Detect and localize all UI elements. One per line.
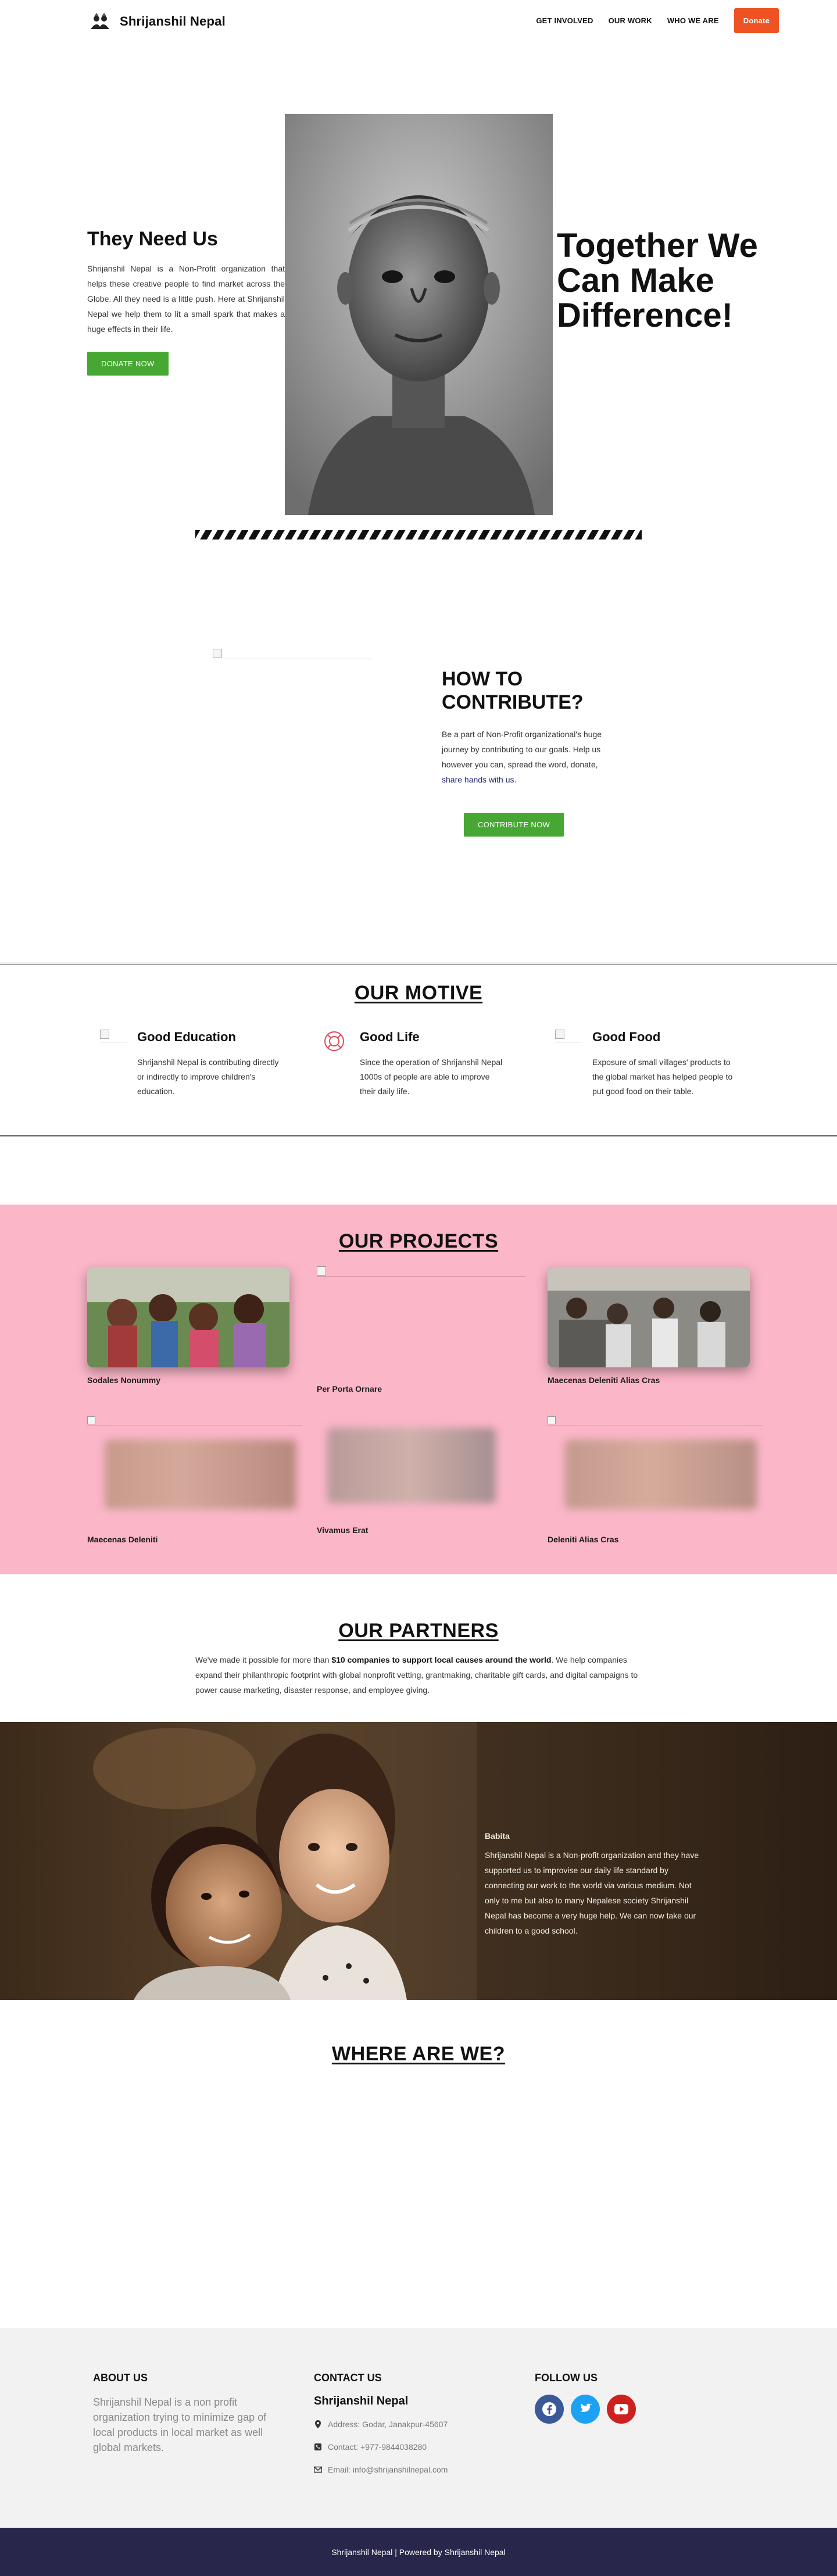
nav-get-involved[interactable]: GET INVOLVED bbox=[536, 16, 593, 25]
contribute-section: HOW TO CONTRIBUTE? Be a part of Non-Prof… bbox=[442, 667, 616, 787]
footer-contact-org: Shrijanshil Nepal bbox=[314, 2395, 409, 2407]
project-photo-blurred bbox=[327, 1428, 496, 1503]
testimonial-quote: Babita Shrijanshil Nepal is a Non-profit… bbox=[485, 1831, 706, 1938]
projects-title: OUR PROJECTS bbox=[338, 1230, 499, 1252]
footer-follow-title: FOLLOW US bbox=[535, 2372, 598, 2384]
footer-contact-title: CONTACT US bbox=[314, 2372, 382, 2384]
motive-card-title: Good Food bbox=[592, 1030, 661, 1044]
broken-image-icon bbox=[100, 1030, 127, 1053]
nav-who-we-are[interactable]: WHO WE ARE bbox=[667, 16, 719, 25]
footer-about: ABOUT US Shrijanshil Nepal is a non prof… bbox=[93, 2372, 291, 2455]
footer-email: Email: info@shrijanshilnepal.com bbox=[314, 2465, 448, 2474]
hero-child-photo bbox=[285, 114, 553, 515]
where-title: WHERE ARE WE? bbox=[331, 2043, 505, 2065]
youtube-icon[interactable] bbox=[607, 2395, 636, 2424]
hero-text: Shrijanshil Nepal is a Non-Profit organi… bbox=[87, 264, 285, 334]
project-caption: Vivamus Erat bbox=[317, 1525, 369, 1535]
project-caption: Per Porta Ornare bbox=[317, 1384, 382, 1394]
main-nav: GET INVOLVED OUR WORK WHO WE ARE Donate bbox=[536, 8, 779, 33]
footer-address-text: Address: Godar, Janakpur-45607 bbox=[328, 2420, 448, 2429]
contribute-now-button[interactable]: CONTRIBUTE NOW bbox=[464, 813, 564, 837]
project-photo-placeholder bbox=[548, 1416, 763, 1425]
footer-phone: Contact: +977-9844038280 bbox=[314, 2442, 448, 2452]
striped-divider bbox=[195, 530, 642, 540]
contribute-text: Be a part of Non-Profit organizational's… bbox=[442, 727, 616, 787]
partners-text-before: We've made it possible for more than bbox=[195, 1655, 332, 1664]
social-links bbox=[535, 2395, 636, 2424]
testimonial-section: Babita Shrijanshil Nepal is a Non-profit… bbox=[0, 1722, 837, 2000]
motive-card-title: Good Life bbox=[360, 1030, 420, 1044]
twitter-icon[interactable] bbox=[571, 2395, 600, 2424]
footer-about-title: ABOUT US bbox=[93, 2372, 148, 2384]
envelope-icon bbox=[314, 2466, 322, 2474]
share-hands-link[interactable]: share hands with us. bbox=[442, 775, 516, 784]
project-photo-blurred bbox=[565, 1439, 757, 1509]
motive-card-text: Since the operation of Shrijanshil Nepal… bbox=[360, 1057, 503, 1096]
donate-now-button[interactable]: DONATE NOW bbox=[87, 352, 169, 376]
footer-phone-text[interactable]: Contact: +977-9844038280 bbox=[328, 2442, 427, 2452]
motive-title: OUR MOTIVE bbox=[354, 982, 483, 1004]
broken-image-icon bbox=[555, 1030, 582, 1053]
footer-about-text: Shrijanshil Nepal is a non profit organi… bbox=[93, 2396, 267, 2453]
site-footer: ABOUT US Shrijanshil Nepal is a non prof… bbox=[0, 2328, 837, 2528]
broken-image-icon bbox=[213, 649, 222, 658]
motive-card-title: Good Education bbox=[137, 1030, 236, 1044]
testimonial-text: Shrijanshil Nepal is a Non-profit organi… bbox=[485, 1850, 699, 1935]
broken-image-icon bbox=[548, 1416, 556, 1424]
children-photo bbox=[0, 1722, 837, 2000]
motive-card-text: Exposure of small villages' products to … bbox=[592, 1057, 733, 1096]
partners-text-bold: $10 companies to support local causes ar… bbox=[331, 1655, 552, 1664]
partners-text: We've made it possible for more than $10… bbox=[195, 1652, 643, 1698]
project-photo bbox=[87, 1267, 289, 1367]
brand-name: Shrijanshil Nepal bbox=[120, 14, 226, 28]
contribute-heading: HOW TO CONTRIBUTE? bbox=[442, 668, 584, 713]
project-caption: Maecenas Deleniti Alias Cras bbox=[548, 1375, 660, 1385]
logo-icon bbox=[91, 13, 109, 29]
footer-contact: CONTACT US Shrijanshil Nepal Address: Go… bbox=[314, 2372, 448, 2488]
project-photo-placeholder bbox=[317, 1266, 526, 1277]
hero-heading: They Need Us bbox=[87, 228, 218, 250]
contribute-image-placeholder bbox=[213, 649, 372, 659]
site-header: Shrijanshil Nepal GET INVOLVED OUR WORK … bbox=[0, 0, 837, 44]
life-ring-icon bbox=[324, 1031, 344, 1051]
project-photo-placeholder bbox=[87, 1416, 302, 1425]
brand-link[interactable]: Shrijanshil Nepal bbox=[88, 12, 226, 31]
partners-title: OUR PARTNERS bbox=[338, 1620, 499, 1642]
footer-email-text[interactable]: Email: info@shrijanshilnepal.com bbox=[328, 2465, 448, 2474]
page: Shrijanshil Nepal GET INVOLVED OUR WORK … bbox=[0, 0, 837, 2576]
hero-tagline: Together We Can Make Difference! bbox=[557, 227, 758, 334]
map-marker-icon bbox=[314, 2420, 322, 2428]
motive-section: OUR MOTIVE Good Education Shrijanshil Ne… bbox=[0, 963, 837, 1137]
motive-card-text: Shrijanshil Nepal is contributing direct… bbox=[137, 1057, 279, 1096]
phone-icon bbox=[314, 2443, 322, 2451]
copyright-bar: Shrijanshil Nepal | Powered by Shrijansh… bbox=[0, 2528, 837, 2576]
contribute-text-main: Be a part of Non-Profit organizational's… bbox=[442, 730, 602, 769]
hero-intro: They Need Us Shrijanshil Nepal is a Non-… bbox=[87, 228, 285, 376]
broken-image-icon bbox=[317, 1266, 326, 1276]
donate-button[interactable]: Donate bbox=[734, 8, 779, 33]
footer-address: Address: Godar, Janakpur-45607 bbox=[314, 2420, 448, 2429]
project-caption: Sodales Nonummy bbox=[87, 1375, 161, 1385]
project-caption: Deleniti Alias Cras bbox=[548, 1535, 619, 1544]
project-caption: Maecenas Deleniti bbox=[87, 1535, 158, 1544]
broken-image-icon bbox=[87, 1416, 95, 1424]
nav-our-work[interactable]: OUR WORK bbox=[609, 16, 652, 25]
testimonial-name: Babita bbox=[485, 1831, 510, 1841]
facebook-icon[interactable] bbox=[535, 2395, 564, 2424]
project-photo bbox=[548, 1267, 750, 1367]
projects-section: OUR PROJECTS Sodales Nonummy Per Porta O… bbox=[0, 1205, 837, 1574]
project-photo-blurred bbox=[105, 1439, 296, 1509]
footer-follow: FOLLOW US bbox=[535, 2372, 636, 2424]
copyright-text: Shrijanshil Nepal | Powered by Shrijansh… bbox=[331, 2547, 506, 2557]
